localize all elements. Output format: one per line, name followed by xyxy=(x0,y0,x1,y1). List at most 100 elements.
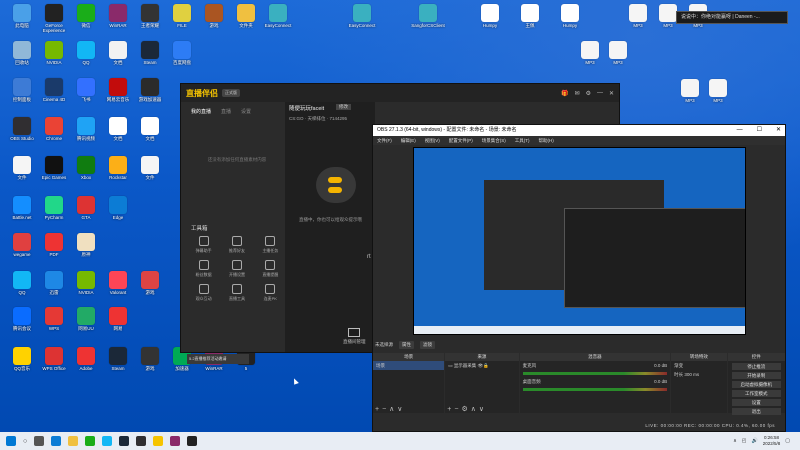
qq-icon[interactable] xyxy=(102,436,113,446)
filters-button[interactable]: 滤镜 xyxy=(420,341,435,349)
tab-live[interactable]: 直播 xyxy=(221,108,231,115)
minimize-icon[interactable]: — xyxy=(737,125,743,136)
desktop-icon[interactable]: MP3 xyxy=(700,78,736,114)
menu-tools[interactable]: 工具(T) xyxy=(515,136,530,145)
stop-stream-button[interactable]: 停止推流 xyxy=(731,363,781,370)
desktop-icon[interactable]: NVIDIA xyxy=(68,270,104,306)
desktop-icon[interactable]: FILE xyxy=(164,3,200,39)
chevron-up-icon[interactable]: ∧ xyxy=(733,438,737,444)
close-icon[interactable]: ✕ xyxy=(776,125,781,136)
desktop-icon[interactable]: GeForce Experience xyxy=(36,3,72,39)
gift-icon[interactable]: 🎁 xyxy=(561,90,568,97)
desktop-icon[interactable]: 此电脑 xyxy=(4,3,40,39)
tool-item[interactable]: 粉丝数据 xyxy=(187,260,220,278)
desktop-icon[interactable]: 文档 xyxy=(100,40,136,76)
scene-toolbar[interactable]: +−∧∨ xyxy=(375,405,405,413)
windows-start-icon[interactable] xyxy=(6,436,16,446)
tab-mine[interactable]: 我的直播 xyxy=(191,108,211,115)
tab-settings[interactable]: 设置 xyxy=(241,108,251,115)
desktop-icon[interactable]: PyCharm xyxy=(36,195,72,231)
desktop-icon[interactable]: 腾讯视频 xyxy=(68,116,104,152)
exit-button[interactable]: 退出 xyxy=(731,408,781,415)
zhibo-icon[interactable] xyxy=(153,436,164,446)
search-icon[interactable]: ○ xyxy=(23,438,27,445)
maximize-icon[interactable]: ☐ xyxy=(757,125,762,136)
desktop-icon[interactable]: MP3 xyxy=(572,40,608,76)
desktop-icon[interactable]: Chrome xyxy=(36,116,72,152)
desktop-icon[interactable]: Humpy xyxy=(472,3,508,39)
menu-view[interactable]: 视图(V) xyxy=(425,136,440,145)
desktop-icon[interactable]: 王佩 xyxy=(512,3,548,39)
tool-item[interactable]: 直播工具 xyxy=(220,284,253,302)
mic-camera-toggle[interactable] xyxy=(316,167,356,203)
desktop-icon[interactable]: WPS xyxy=(36,306,72,342)
desktop-icon[interactable]: 文件夹 xyxy=(228,3,264,39)
source-toolbar-bottom[interactable]: +−⚙∧∨ xyxy=(447,405,487,413)
app-icon[interactable] xyxy=(187,436,198,446)
menu-file[interactable]: 文件(F) xyxy=(377,136,392,145)
virtual-camera-button[interactable]: 启动虚拟摄像机 xyxy=(731,381,781,388)
winrar-icon[interactable] xyxy=(170,436,181,446)
start-record-button[interactable]: 开始录制 xyxy=(731,372,781,379)
desktop-icon[interactable]: 迅雷 xyxy=(36,270,72,306)
explorer-icon[interactable] xyxy=(68,436,79,446)
minimize-icon[interactable]: — xyxy=(597,90,603,97)
desktop-icon[interactable]: 文档 xyxy=(132,116,168,152)
desktop-icon[interactable]: Xbox xyxy=(68,155,104,191)
properties-button[interactable]: 属性 xyxy=(399,341,414,349)
desktop-icon[interactable]: PDF xyxy=(36,232,72,268)
desktop-icon[interactable]: 腾讯会议 xyxy=(4,306,40,342)
tool-item[interactable]: 直播提醒 xyxy=(254,260,287,278)
desktop-icon[interactable]: Humpy xyxy=(552,3,588,39)
tool-item[interactable]: 开播设置 xyxy=(220,260,253,278)
desktop-icon[interactable]: Cinema 4D xyxy=(36,77,72,113)
desktop-icon[interactable]: EasyConnect xyxy=(260,3,296,39)
desktop-icon[interactable]: 游戏 xyxy=(132,270,168,306)
menu-edit[interactable]: 编辑(E) xyxy=(401,136,416,145)
menu-help[interactable]: 帮助(H) xyxy=(539,136,554,145)
desktop-icon[interactable]: QQ xyxy=(68,40,104,76)
tool-item[interactable]: 弹幕助手 xyxy=(187,236,220,254)
menu-scene-collection[interactable]: 场景集合(S) xyxy=(482,136,506,145)
desktop-icon[interactable]: 游戏 xyxy=(132,346,168,382)
desktop-icon[interactable]: 飞书 xyxy=(68,77,104,113)
obs-icon[interactable] xyxy=(136,436,147,446)
desktop-icon[interactable]: Battle.net xyxy=(4,195,40,231)
desktop-icon[interactable]: OBS Studio xyxy=(4,116,40,152)
desktop-icon[interactable]: Steam xyxy=(100,346,136,382)
wechat-icon[interactable] xyxy=(85,436,96,446)
tool-item[interactable]: 主播任务 xyxy=(254,236,287,254)
network-icon[interactable]: ◰ xyxy=(742,438,747,444)
mail-icon[interactable]: ✉ xyxy=(575,90,580,97)
task-view-icon[interactable] xyxy=(34,436,45,446)
desktop-icon[interactable]: SangforCSClient xyxy=(410,3,446,39)
source-item[interactable]: ▭ 显示器采集 👁🔒 xyxy=(445,361,518,370)
desktop-icon[interactable]: 文件 xyxy=(132,155,168,191)
volume-icon[interactable]: 🔊 xyxy=(752,438,758,444)
desktop-icon[interactable]: 网易UU xyxy=(68,306,104,342)
room-manage-button[interactable]: 直播间管理 xyxy=(343,328,366,345)
tool-item[interactable]: 连麦PK xyxy=(254,284,287,302)
desktop-icon[interactable]: 回收站 xyxy=(4,40,40,76)
desktop-icon[interactable]: Edge xyxy=(100,195,136,231)
desktop-icon[interactable]: QQ音乐 xyxy=(4,346,40,382)
desktop-icon[interactable]: NVIDIA xyxy=(36,40,72,76)
desktop-icon[interactable]: Steam xyxy=(132,40,168,76)
audio-meter[interactable] xyxy=(522,388,668,391)
desktop-icon[interactable]: wegame xyxy=(4,232,40,268)
desktop-icon[interactable]: 王者荣耀 xyxy=(132,3,168,39)
desktop-icon[interactable]: QQ xyxy=(4,270,40,306)
desktop-icon[interactable]: Adobe xyxy=(68,346,104,382)
desktop-icon[interactable]: WPS Office xyxy=(36,346,72,382)
menu-profile[interactable]: 配置文件(P) xyxy=(449,136,473,145)
duration-field[interactable]: 时长 300 ms xyxy=(671,370,726,379)
tool-item[interactable]: 推荐好友 xyxy=(220,236,253,254)
desktop-icon[interactable]: EasyConnect xyxy=(344,3,380,39)
studio-mode-button[interactable]: 工作室模式 xyxy=(731,390,781,397)
settings-icon[interactable]: ⚙ xyxy=(586,90,591,97)
obs-preview[interactable] xyxy=(413,147,746,335)
desktop-icon[interactable]: Epic Games xyxy=(36,155,72,191)
desktop-icon[interactable]: 网易 xyxy=(100,306,136,342)
promo-banner[interactable]: 5.2直播推荐活动邀请 xyxy=(187,354,249,364)
transition-select[interactable]: 渐变 xyxy=(671,361,726,370)
